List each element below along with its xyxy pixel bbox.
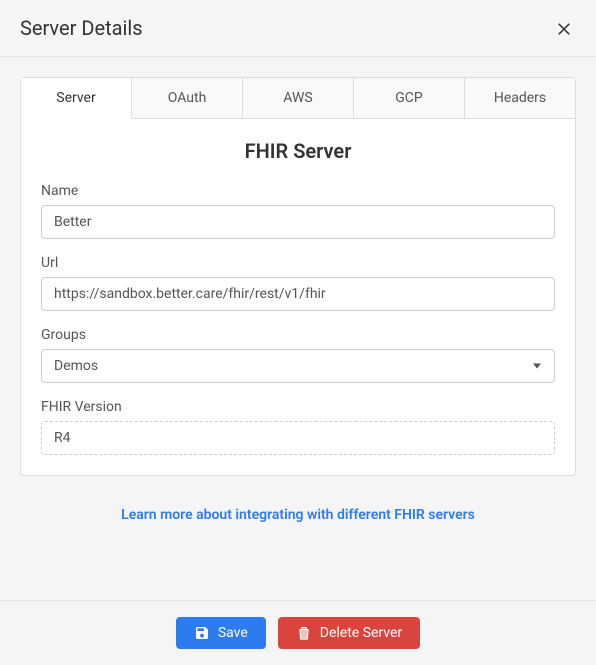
section-title: FHIR Server [41, 139, 555, 163]
delete-label: Delete Server [320, 625, 402, 641]
trash-icon [296, 625, 312, 641]
tab-content: FHIR Server Name Url Groups FHIR Version [21, 119, 575, 475]
tab-server[interactable]: Server [21, 78, 132, 119]
modal-header: Server Details [0, 0, 596, 57]
modal-footer: Save Delete Server [0, 600, 596, 665]
url-label: Url [41, 255, 555, 271]
name-label: Name [41, 183, 555, 199]
name-input[interactable] [41, 205, 555, 239]
groups-select[interactable] [41, 349, 555, 383]
groups-label: Groups [41, 327, 555, 343]
tab-headers[interactable]: Headers [465, 78, 575, 119]
delete-server-button[interactable]: Delete Server [278, 617, 420, 649]
save-label: Save [218, 625, 248, 641]
save-icon [194, 625, 210, 641]
tabs-container: Server OAuth AWS GCP Headers FHIR Server… [20, 77, 576, 476]
form-group-url: Url [41, 255, 555, 311]
form-group-groups: Groups [41, 327, 555, 383]
groups-select-wrapper[interactable] [41, 349, 555, 383]
tab-oauth[interactable]: OAuth [132, 78, 243, 119]
version-label: FHIR Version [41, 399, 555, 415]
tabs: Server OAuth AWS GCP Headers [21, 78, 575, 119]
close-icon [555, 19, 573, 37]
save-button[interactable]: Save [176, 617, 266, 649]
modal-body: Server OAuth AWS GCP Headers FHIR Server… [0, 57, 596, 600]
learn-more-link[interactable]: Learn more about integrating with differ… [121, 507, 475, 523]
form-group-version: FHIR Version [41, 399, 555, 455]
learn-more: Learn more about integrating with differ… [20, 504, 576, 523]
tab-aws[interactable]: AWS [243, 78, 354, 119]
modal-title: Server Details [20, 16, 143, 40]
tab-gcp[interactable]: GCP [354, 78, 465, 119]
form-group-name: Name [41, 183, 555, 239]
close-button[interactable] [552, 16, 576, 40]
version-input [41, 421, 555, 455]
url-input[interactable] [41, 277, 555, 311]
